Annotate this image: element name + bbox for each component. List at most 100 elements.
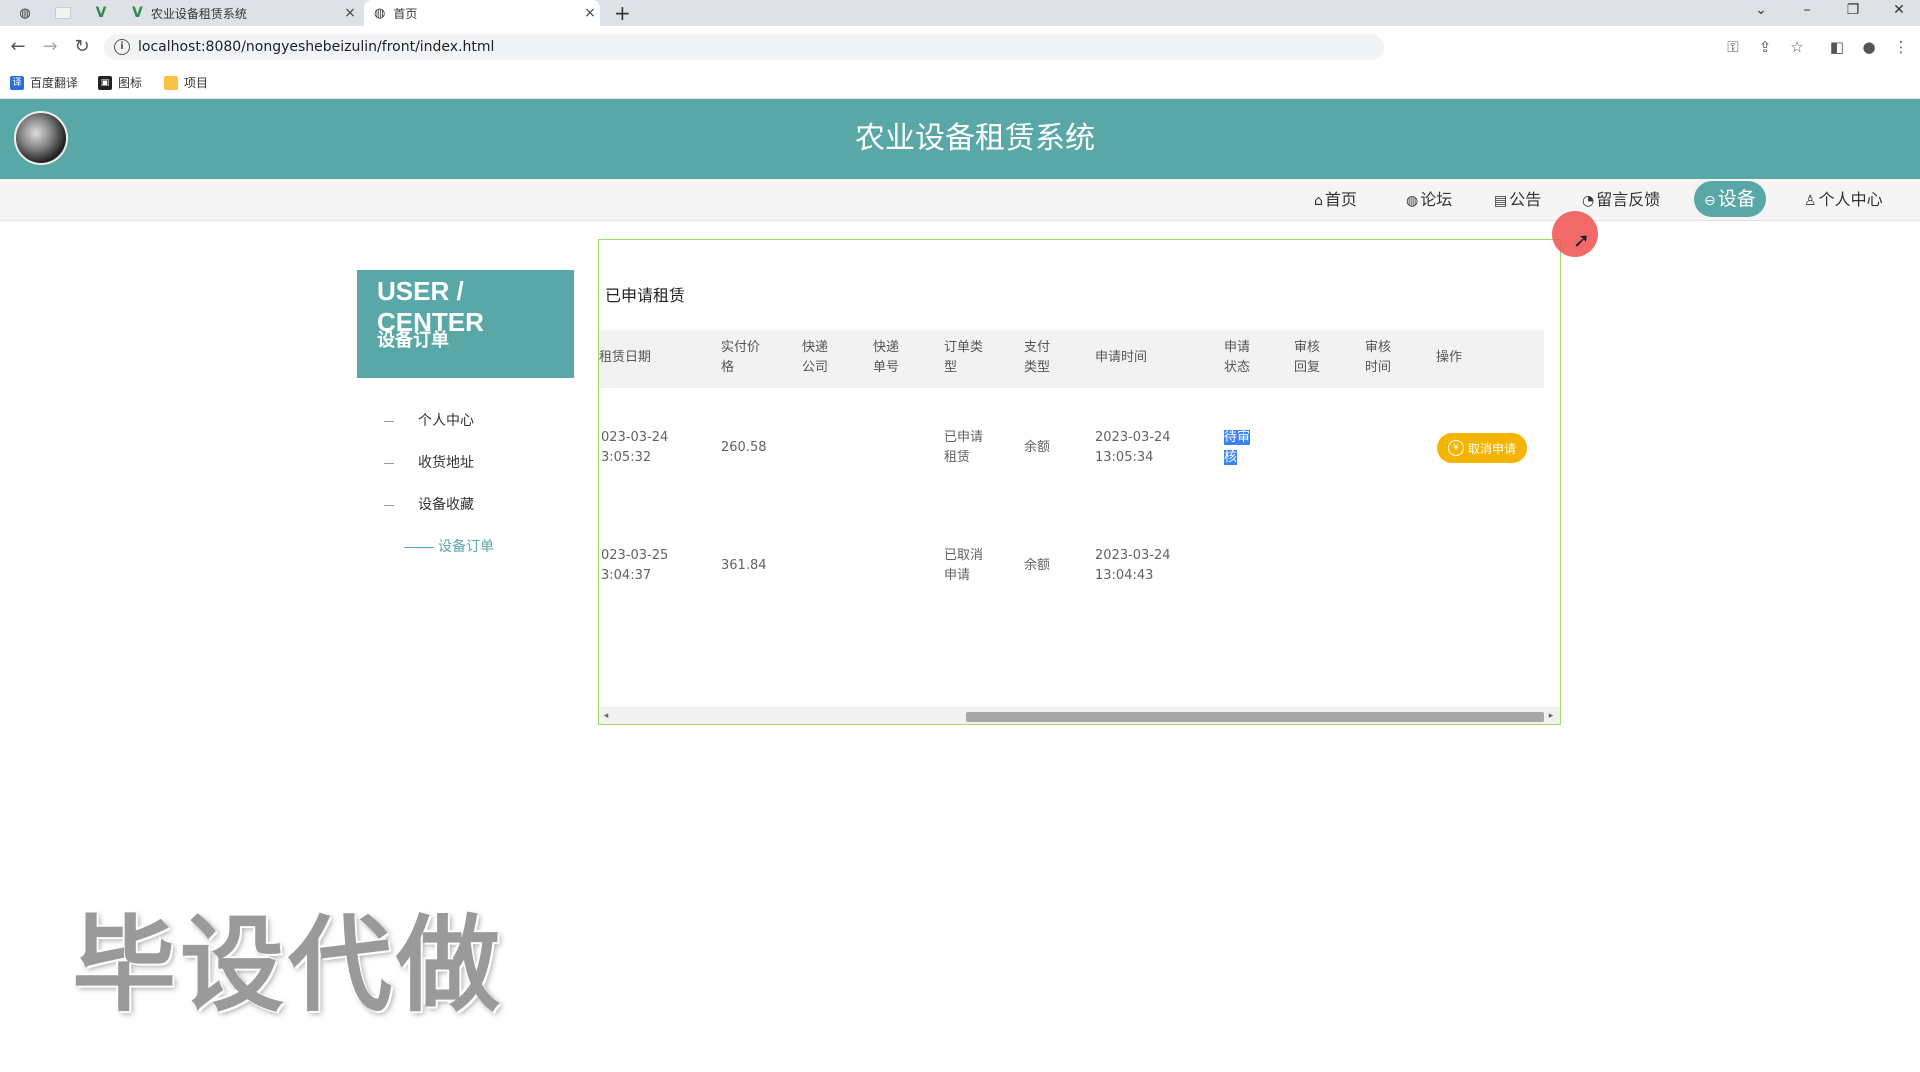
sidebar-item-label: 收货地址 bbox=[418, 455, 474, 471]
column-header: 快递单号 bbox=[873, 340, 900, 375]
back-arrow-icon[interactable]: ← bbox=[6, 36, 30, 57]
close-window-button[interactable]: ✕ bbox=[1886, 2, 1912, 18]
feedback-icon: ◔ bbox=[1582, 193, 1595, 209]
orders-panel: 已申请租赁 租赁日期 实付价格 快递公司 快递单号 订单类型 支付类型 申请时间… bbox=[598, 239, 1561, 725]
table-row: 023-03-24 3:05:32 260.58 已申请 租赁 余额 2023-… bbox=[599, 388, 1544, 506]
nav-label: 公告 bbox=[1509, 190, 1542, 209]
cell-pay-type: 余额 bbox=[1024, 558, 1051, 573]
horizontal-scrollbar[interactable]: ◂ ▸ bbox=[599, 707, 1560, 724]
url-text: localhost:8080/nongyeshebeizulin/front/i… bbox=[138, 39, 495, 55]
nav-equipment[interactable]: ⊖ 设备 bbox=[1694, 181, 1766, 217]
sidebar-item-user-center[interactable]: 个人中心 bbox=[384, 410, 474, 430]
tab-title: 农业设备租赁系统 bbox=[150, 6, 247, 21]
user-center-header: USER / CENTER 设备订单 bbox=[357, 270, 574, 378]
blank-page-icon bbox=[55, 7, 71, 19]
bookmark-item[interactable]: 项目 bbox=[164, 74, 208, 91]
cell-status: 核 bbox=[1224, 448, 1238, 468]
close-tab-button[interactable]: × bbox=[340, 5, 360, 21]
key-icon[interactable]: ⚿ bbox=[1722, 38, 1744, 56]
column-header: 实付价格 bbox=[721, 340, 761, 375]
cell-apply-time: 2023-03-24 bbox=[1095, 548, 1171, 563]
sidebar-item-address[interactable]: 收货地址 bbox=[384, 452, 474, 472]
cell-rent-date: 3:05:32 bbox=[601, 450, 652, 465]
cell-apply-time: 13:05:34 bbox=[1095, 450, 1154, 465]
cell-rent-date: 3:04:37 bbox=[601, 568, 652, 583]
bookmark-item[interactable]: 译 百度翻译 bbox=[10, 74, 78, 91]
sidebar-item-label: 个人中心 bbox=[418, 413, 474, 429]
bookmark-label: 图标 bbox=[118, 76, 143, 90]
site-title: 农业设备租赁系统 bbox=[855, 121, 1095, 156]
info-icon[interactable]: i bbox=[114, 39, 130, 55]
cell-order-type: 已申请 bbox=[944, 430, 984, 445]
nav-home[interactable]: ⌂ 首页 bbox=[1314, 179, 1357, 220]
status-text: 待审 bbox=[1224, 430, 1251, 445]
bookmark-label: 百度翻译 bbox=[30, 76, 79, 90]
column-header: 支付类型 bbox=[1024, 340, 1051, 375]
column-header: 租赁日期 bbox=[599, 350, 652, 365]
address-bar[interactable]: i localhost:8080/nongyeshebeizulin/front… bbox=[104, 34, 1384, 60]
pinned-tab[interactable]: V bbox=[84, 0, 118, 26]
dash-marker bbox=[384, 504, 394, 506]
equipment-icon: ⊖ bbox=[1704, 193, 1716, 209]
nav-notice[interactable]: ▤ 公告 bbox=[1494, 179, 1541, 220]
reload-icon[interactable]: ↻ bbox=[70, 36, 94, 57]
cell-order-type: 已取消 bbox=[944, 548, 984, 563]
pinned-tab[interactable]: ◍ bbox=[8, 0, 42, 26]
bookmark-label: 项目 bbox=[184, 76, 209, 90]
button-label: 取消申请 bbox=[1467, 441, 1516, 456]
table-row: 023-03-25 3:04:37 361.84 已取消 申请 余额 2023-… bbox=[599, 506, 1544, 624]
browser-tab-active[interactable]: ◍ 首页 × bbox=[364, 0, 600, 26]
nav-forum[interactable]: ◍ 论坛 bbox=[1406, 179, 1452, 220]
folder-icon bbox=[164, 75, 178, 90]
minimize-button[interactable]: – bbox=[1794, 2, 1820, 18]
nav-label: 留言反馈 bbox=[1596, 190, 1661, 209]
bookmark-item[interactable]: ▣ 图标 bbox=[98, 74, 142, 91]
side-panel-icon[interactable]: ◧ bbox=[1826, 38, 1848, 56]
scrollbar-thumb[interactable] bbox=[966, 712, 1544, 722]
scroll-left-icon[interactable]: ◂ bbox=[599, 708, 613, 724]
site-header: 农业设备租赁系统 bbox=[0, 99, 1920, 179]
forward-arrow-icon[interactable]: → bbox=[38, 36, 62, 57]
notice-icon: ▤ bbox=[1494, 193, 1508, 209]
new-tab-button[interactable]: + bbox=[614, 2, 631, 24]
close-tab-button[interactable]: × bbox=[580, 5, 600, 21]
browser-tab[interactable]: V 农业设备租赁系统 × bbox=[124, 0, 360, 26]
address-bar-row: ← → ↻ i localhost:8080/nongyeshebeizulin… bbox=[0, 26, 1920, 68]
sidebar-subtitle: 设备订单 bbox=[377, 330, 449, 351]
column-header: 快递公司 bbox=[802, 340, 829, 375]
more-menu-icon[interactable]: ⋮ bbox=[1890, 38, 1912, 56]
site-nav: ⌂ 首页 ◍ 论坛 ▤ 公告 ◔ 留言反馈 ⊖ 设备 ♙ 个人中心 bbox=[0, 179, 1920, 221]
mouse-cursor-icon: ➚ bbox=[1573, 228, 1590, 252]
nav-feedback[interactable]: ◔ 留言反馈 bbox=[1582, 179, 1660, 220]
sidebar-item-orders[interactable]: 设备订单 bbox=[404, 536, 494, 556]
star-icon[interactable]: ☆ bbox=[1786, 38, 1808, 56]
dash-marker bbox=[384, 462, 394, 464]
sidebar-item-label: 设备订单 bbox=[438, 539, 494, 555]
dash-marker bbox=[384, 420, 394, 422]
cell-price: 260.58 bbox=[721, 440, 767, 455]
column-header: 申请状态 bbox=[1224, 340, 1251, 375]
column-header: 审核时间 bbox=[1365, 340, 1392, 375]
nav-user-center[interactable]: ♙ 个人中心 bbox=[1804, 179, 1883, 220]
cell-order-type: 申请 bbox=[944, 568, 971, 583]
cell-price: 361.84 bbox=[721, 558, 767, 573]
sidebar-item-favorites[interactable]: 设备收藏 bbox=[384, 494, 474, 514]
restore-button[interactable]: ❐ bbox=[1840, 2, 1866, 18]
user-icon: ♙ bbox=[1804, 193, 1817, 209]
status-text: 核 bbox=[1224, 450, 1238, 465]
translate-icon: 译 bbox=[10, 75, 24, 90]
tab-search-dropdown-icon[interactable]: ⌄ bbox=[1748, 2, 1774, 18]
browser-tab-bar: ◍ V V 农业设备租赁系统 × ◍ 首页 × + ⌄ – ❐ ✕ bbox=[0, 0, 1920, 26]
scroll-right-icon[interactable]: ▸ bbox=[1544, 708, 1558, 724]
profile-avatar-icon[interactable]: ● bbox=[1858, 38, 1880, 56]
pinned-tab[interactable] bbox=[46, 0, 80, 26]
share-icon[interactable]: ⇪ bbox=[1754, 38, 1776, 56]
cancel-application-button[interactable]: ¥ 取消申请 bbox=[1437, 433, 1527, 463]
cell-rent-date: 023-03-25 bbox=[601, 548, 669, 563]
dash-marker bbox=[404, 546, 434, 548]
column-header: 申请时间 bbox=[1095, 350, 1148, 365]
cell-apply-time: 13:04:43 bbox=[1095, 568, 1154, 583]
table-header: 租赁日期 实付价格 快递公司 快递单号 订单类型 支付类型 申请时间 申请状态 … bbox=[599, 330, 1544, 388]
column-header: 审核回复 bbox=[1294, 340, 1321, 375]
globe-icon: ◍ bbox=[1406, 193, 1419, 209]
